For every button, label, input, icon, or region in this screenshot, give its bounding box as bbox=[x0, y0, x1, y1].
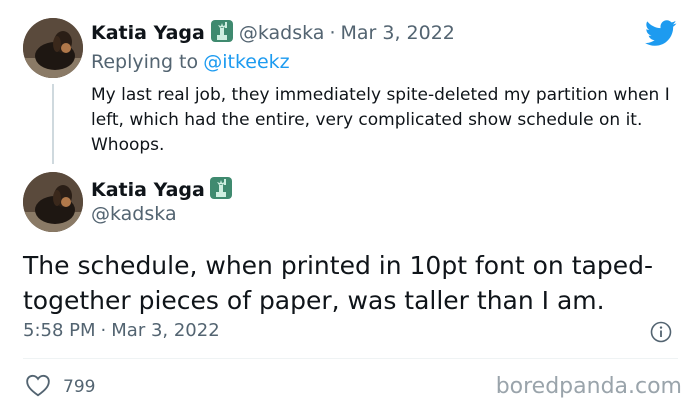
reply-tweet-text: My last real job, they immediately spite… bbox=[91, 85, 670, 155]
heart-icon bbox=[25, 373, 51, 401]
reply-separator: · bbox=[329, 22, 336, 44]
reply-date[interactable]: Mar 3, 2022 bbox=[340, 22, 454, 44]
main-author-name[interactable]: Katia Yaga bbox=[91, 179, 205, 201]
dog-avatar-image bbox=[23, 172, 83, 232]
main-avatar[interactable] bbox=[23, 172, 83, 232]
divider bbox=[23, 358, 678, 359]
info-icon[interactable] bbox=[650, 321, 672, 347]
like-count: 799 bbox=[63, 377, 96, 397]
boredpanda-watermark: boredpanda.com bbox=[495, 374, 682, 399]
main-handle[interactable]: @kadska bbox=[91, 203, 177, 225]
replying-to-line: Replying to @itkeekz bbox=[91, 51, 290, 73]
reply-avatar[interactable] bbox=[23, 18, 83, 78]
tweet-date[interactable]: Mar 3, 2022 bbox=[111, 320, 219, 341]
reply-author-name[interactable]: Katia Yaga bbox=[91, 22, 205, 44]
reply-handle[interactable]: @kadska bbox=[239, 22, 325, 44]
replying-to-prefix: Replying to bbox=[91, 51, 199, 73]
timestamp-separator: · bbox=[100, 320, 107, 341]
dog-avatar-image bbox=[23, 18, 83, 78]
statue-of-liberty-icon bbox=[210, 19, 234, 47]
statue-of-liberty-icon bbox=[209, 176, 233, 204]
thread-connector-line bbox=[52, 84, 54, 164]
replying-to-handle-link[interactable]: @itkeekz bbox=[203, 51, 289, 73]
like-button[interactable]: 799 bbox=[25, 373, 95, 401]
reply-header: Katia Yaga @kadska · Mar 3, 2022 bbox=[91, 19, 455, 47]
main-tweet-text: The schedule, when printed in 10pt font … bbox=[23, 251, 653, 315]
tweet-time[interactable]: 5:58 PM bbox=[23, 320, 96, 341]
twitter-logo-icon bbox=[645, 20, 677, 51]
timestamp-row: 5:58 PM · Mar 3, 2022 bbox=[23, 320, 220, 341]
main-author-row: Katia Yaga bbox=[91, 176, 233, 204]
